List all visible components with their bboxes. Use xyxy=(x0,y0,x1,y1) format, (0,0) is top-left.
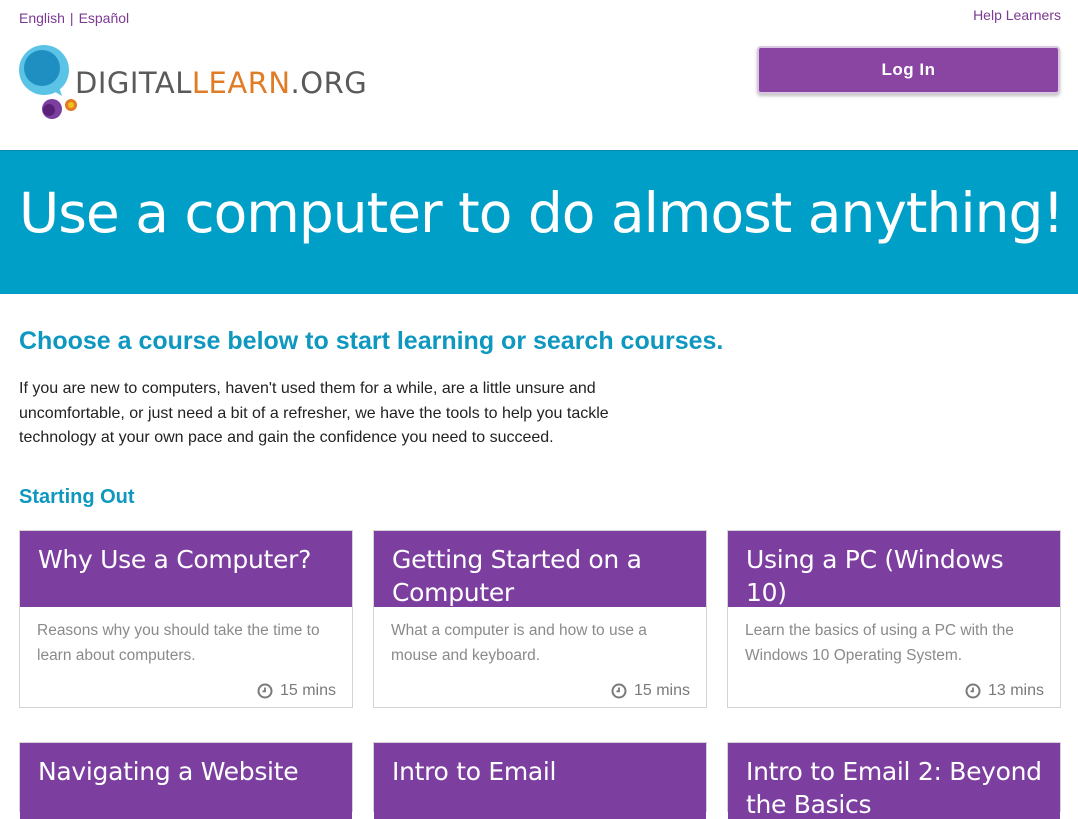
course-card-using-a-pc[interactable]: Using a PC (Windows 10) Learn the basics… xyxy=(727,530,1061,708)
lang-separator: | xyxy=(69,10,74,26)
hero-title: Use a computer to do almost anything! xyxy=(19,181,1064,245)
course-title: Why Use a Computer? xyxy=(20,531,352,607)
logo-word-org: .ORG xyxy=(290,66,368,100)
digitallearn-logo[interactable]: DIGITALLEARN.ORG xyxy=(18,44,367,124)
course-description: What a computer is and how to use a mous… xyxy=(391,622,647,664)
course-card-navigating-a-website[interactable]: Navigating a Website xyxy=(19,742,353,819)
help-learners-link[interactable]: Help Learners xyxy=(973,7,1061,23)
login-button[interactable]: Log In xyxy=(757,46,1060,94)
course-card-getting-started[interactable]: Getting Started on a Computer What a com… xyxy=(373,530,707,708)
intro-text: If you are new to computers, haven't use… xyxy=(19,380,609,446)
course-card-why-use-a-computer[interactable]: Why Use a Computer? Reasons why you shou… xyxy=(19,530,353,708)
logo-word-digital: DIGITAL xyxy=(75,66,192,100)
section-title-starting-out: Starting Out xyxy=(19,486,135,508)
clock-icon xyxy=(611,683,627,699)
language-switcher: English | Español xyxy=(19,10,129,26)
logo-word-learn: LEARN xyxy=(191,66,291,100)
hero-banner: Use a computer to do almost anything! xyxy=(0,150,1078,294)
lang-espanol-link[interactable]: Español xyxy=(79,10,130,26)
logo-bubble-icon xyxy=(19,45,77,119)
clock-icon xyxy=(257,683,273,699)
course-duration: 13 mins xyxy=(965,682,1044,700)
course-description: Reasons why you should take the time to … xyxy=(37,622,320,664)
course-duration-text: 13 mins xyxy=(987,682,1044,699)
course-card-intro-to-email[interactable]: Intro to Email xyxy=(373,742,707,819)
course-title: Getting Started on a Computer xyxy=(374,531,706,607)
logo-wordmark: DIGITALLEARN.ORG xyxy=(75,66,367,100)
intro-title: Choose a course below to start learning … xyxy=(19,327,724,355)
course-duration: 15 mins xyxy=(257,682,336,700)
course-duration-text: 15 mins xyxy=(633,682,690,699)
course-title: Using a PC (Windows 10) xyxy=(728,531,1060,607)
course-description: Learn the basics of using a PC with the … xyxy=(745,622,1014,664)
lang-english-link[interactable]: English xyxy=(19,10,65,26)
course-duration-text: 15 mins xyxy=(279,682,336,699)
course-duration: 15 mins xyxy=(611,682,690,700)
course-card-intro-to-email-2[interactable]: Intro to Email 2: Beyond the Basics xyxy=(727,742,1061,819)
clock-icon xyxy=(965,683,981,699)
